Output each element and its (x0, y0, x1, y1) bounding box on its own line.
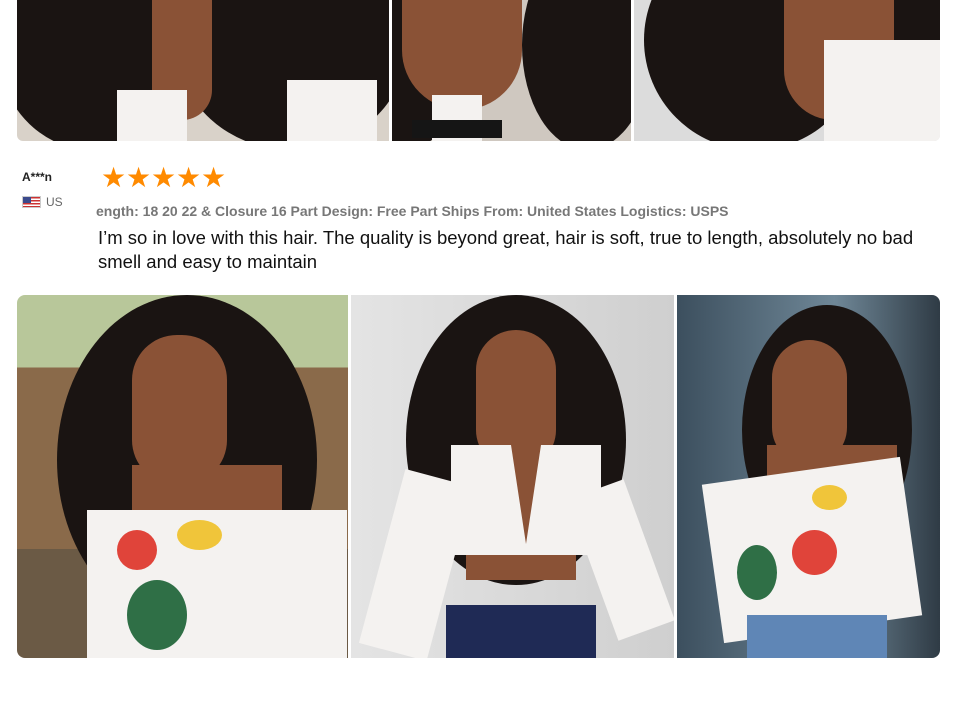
star-icon: ★ (101, 162, 127, 193)
photo-detail (127, 580, 187, 650)
review-photo[interactable] (677, 295, 940, 658)
star-icon: ★ (126, 162, 152, 193)
photo-detail (132, 335, 227, 485)
star-icon: ★ (151, 162, 177, 193)
photo-detail (117, 90, 187, 141)
photo-detail (521, 0, 631, 141)
review-photo[interactable] (17, 0, 389, 141)
country-label: US (46, 195, 63, 209)
rating-stars: ★ ★ ★ ★ ★ (101, 162, 227, 193)
review-photo-gallery (17, 295, 940, 658)
photo-detail (792, 530, 837, 575)
star-icon: ★ (176, 162, 202, 193)
review-photo[interactable] (17, 295, 348, 658)
review-text: I’m so in love with this hair. The quali… (98, 227, 914, 272)
photo-detail (824, 40, 940, 141)
top-photo-strip (17, 0, 940, 141)
sku-info: ength: 18 20 22 & Closure 16 Part Design… (96, 203, 729, 219)
photo-detail (117, 530, 157, 570)
review-photo[interactable] (391, 0, 631, 141)
photo-detail (747, 615, 887, 658)
review-photo[interactable] (351, 295, 674, 658)
reviewer-country: US (22, 195, 63, 209)
photo-detail (401, 0, 522, 110)
photo-detail (287, 80, 377, 141)
photo-detail (411, 120, 502, 138)
us-flag-icon (22, 196, 41, 208)
star-icon: ★ (201, 162, 227, 193)
reviewer-name: A***n (22, 170, 53, 184)
photo-detail (812, 485, 847, 510)
review-photo[interactable] (634, 0, 940, 141)
photo-detail (737, 545, 777, 600)
photo-detail (177, 520, 222, 550)
photo-detail (446, 605, 596, 658)
